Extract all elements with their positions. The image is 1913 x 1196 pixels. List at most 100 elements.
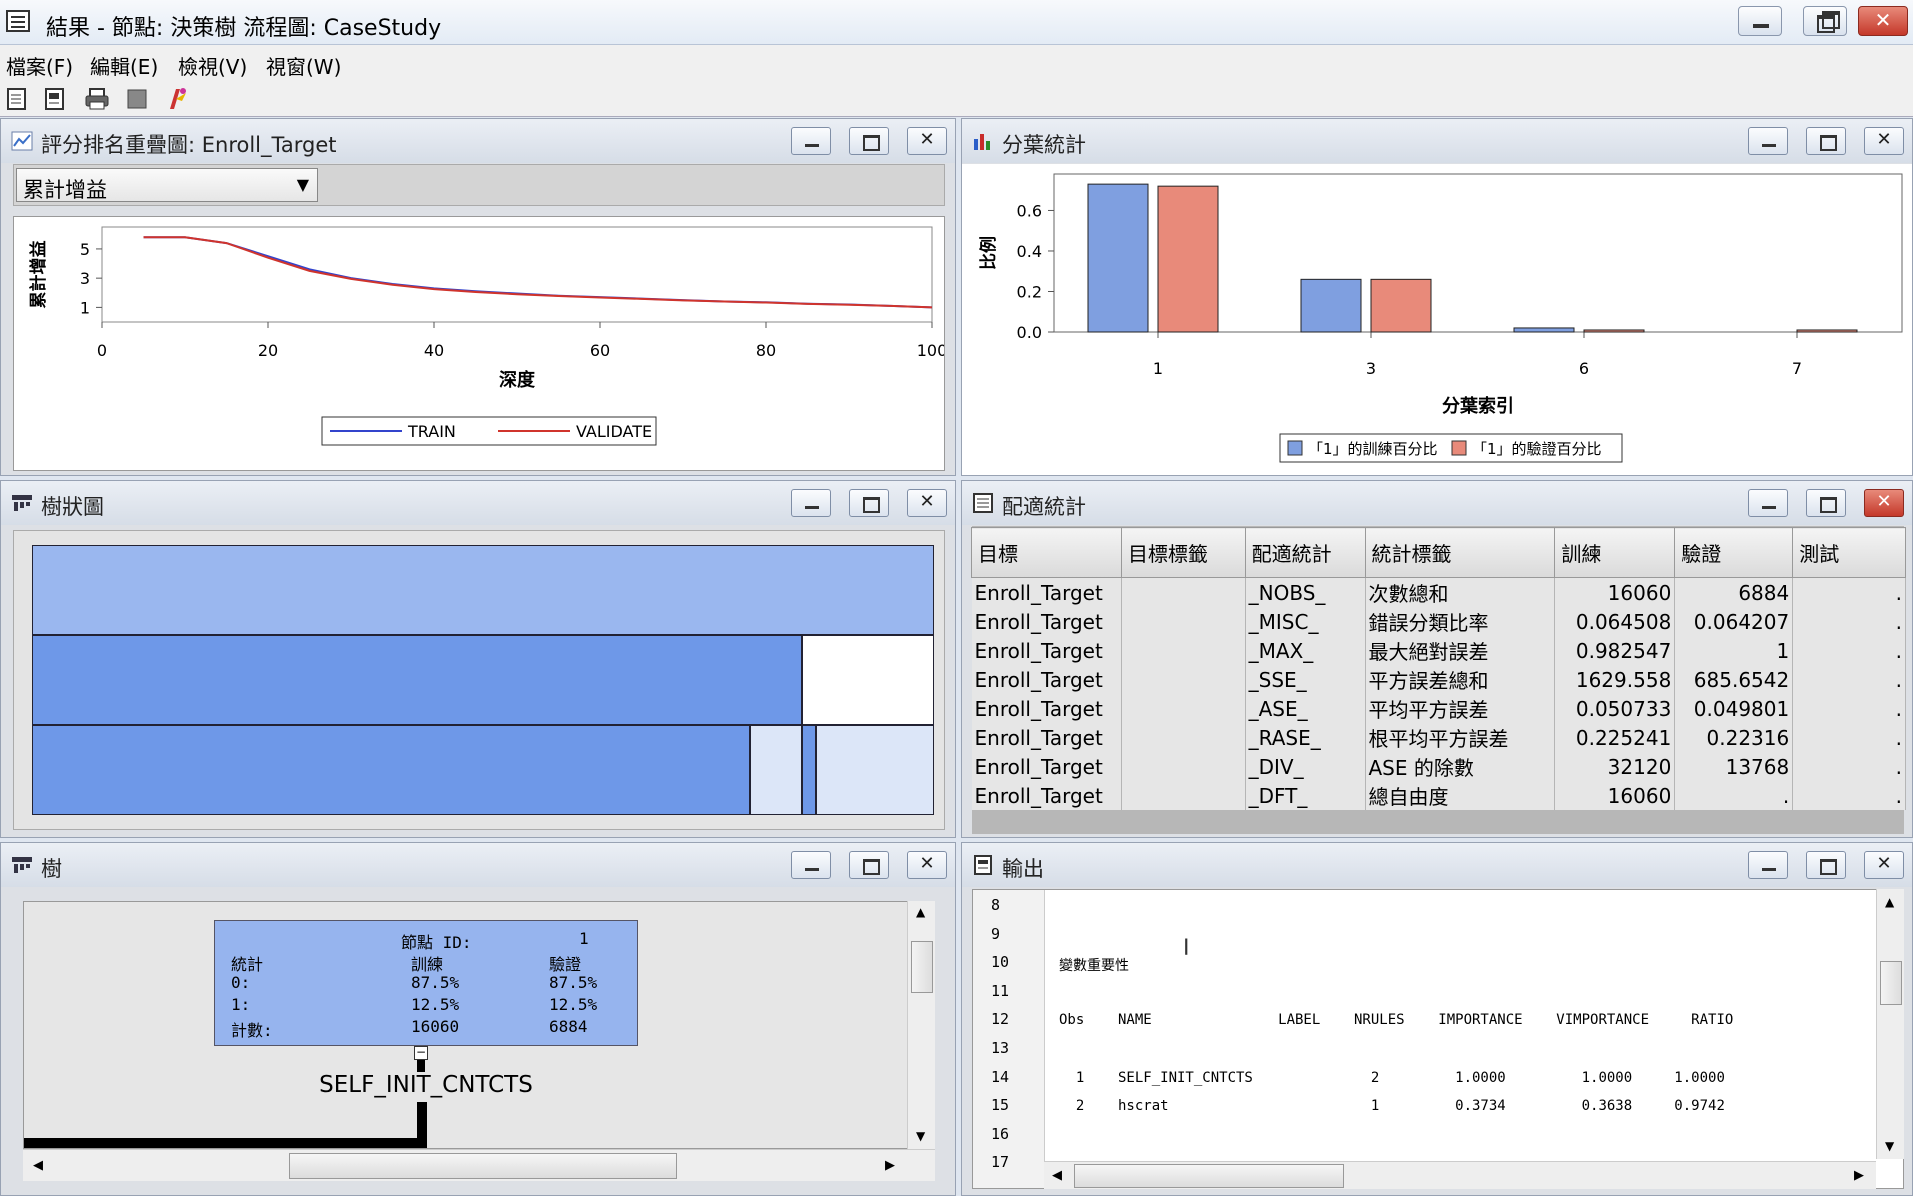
column-header[interactable]: 配適統計 — [1244, 527, 1366, 578]
column-header[interactable]: 驗證 — [1674, 527, 1794, 578]
tree-hscroll-thumb[interactable] — [289, 1153, 677, 1179]
lift-minimize-button[interactable] — [791, 127, 831, 155]
table-cell: 0.050733 — [1554, 694, 1676, 723]
tree-horizontal-scrollbar[interactable]: ◀ ▶ — [23, 1149, 935, 1181]
treemap-close-button[interactable] — [907, 489, 947, 517]
properties-icon[interactable] — [6, 87, 28, 111]
table-row[interactable]: Enroll_Target _MAX_ 最大絕對誤差 0.982547 1. — [971, 636, 1906, 665]
print-icon[interactable] — [84, 87, 110, 111]
tree-minimize-button[interactable] — [791, 851, 831, 879]
table-cell — [1121, 636, 1246, 665]
menu-edit[interactable]: 編輯(E) — [90, 51, 158, 80]
output-hscroll-thumb[interactable] — [1074, 1164, 1344, 1188]
scroll-left-icon[interactable]: ◀ — [33, 1158, 43, 1173]
output-minimize-button[interactable] — [1748, 851, 1788, 879]
grid-icon[interactable] — [126, 87, 148, 111]
treemap-node-leaf-6[interactable] — [802, 725, 816, 815]
treemap-minimize-button[interactable] — [791, 489, 831, 517]
output-vscroll-thumb[interactable] — [1880, 961, 1902, 1005]
bar-validate — [1796, 329, 1858, 333]
treemap-node-leaf-1[interactable] — [32, 725, 750, 815]
scroll-down-icon[interactable]: ▼ — [1885, 1139, 1894, 1153]
table-row[interactable]: Enroll_Target _DFT_ 總自由度 16060.. — [971, 781, 1906, 810]
tree-close-button[interactable] — [907, 851, 947, 879]
scroll-down-icon[interactable]: ▼ — [916, 1129, 925, 1143]
leaf-panel-title: 分葉統計 — [1002, 133, 1086, 157]
chart-legend: TRAIN VALIDATE — [321, 416, 657, 446]
menu-window[interactable]: 視窗(W) — [266, 51, 341, 80]
collapse-node-icon[interactable]: − — [414, 1046, 428, 1060]
output-panel-title-bar: 輸出 — [962, 843, 1912, 887]
table-cell: Enroll_Target — [971, 752, 1122, 781]
table-cell: 最大絕對誤差 — [1365, 636, 1556, 665]
close-button[interactable] — [1858, 6, 1908, 36]
scroll-left-icon[interactable]: ◀ — [1052, 1168, 1062, 1183]
output-close-button[interactable] — [1864, 851, 1904, 879]
treemap-node-leaf-7[interactable] — [816, 725, 934, 815]
treemap-node-level1-right[interactable] — [802, 635, 934, 725]
x-axis-label: 分葉索引 — [1442, 395, 1514, 417]
fit-maximize-button[interactable] — [1806, 489, 1846, 517]
tree-vertical-scrollbar[interactable]: ▲ ▼ — [907, 901, 935, 1149]
node-row-label: 1: — [231, 995, 251, 1014]
leaf-minimize-button[interactable] — [1748, 127, 1788, 155]
chart-legend: 「1」的訓練百分比 「1」的驗證百分比 — [1279, 433, 1623, 463]
scroll-right-icon[interactable]: ▶ — [885, 1158, 895, 1173]
node-row-label: 計數: — [231, 1021, 273, 1040]
bar-validate — [1583, 329, 1645, 333]
column-header[interactable]: 測試 — [1792, 527, 1906, 578]
tree-maximize-button[interactable] — [849, 851, 889, 879]
column-header[interactable]: 訓練 — [1554, 527, 1676, 578]
statistic-dropdown[interactable]: 累計增益 ▼ — [16, 168, 318, 202]
treemap-node-leaf-3[interactable] — [750, 725, 802, 815]
table-cell: Enroll_Target — [971, 636, 1122, 665]
fit-minimize-button[interactable] — [1748, 489, 1788, 517]
table-cell: 685.6542 — [1674, 665, 1794, 694]
treemap-maximize-button[interactable] — [849, 489, 889, 517]
menu-file[interactable]: 檔案(F) — [6, 51, 73, 80]
node-row-train: 87.5% — [411, 973, 460, 992]
table-row[interactable]: Enroll_Target _SSE_ 平方誤差總和 1629.558 685.6542… — [971, 665, 1906, 694]
table-cell: 總自由度 — [1365, 781, 1556, 810]
table-row[interactable]: Enroll_Target _ASE_ 平均平方誤差 0.050733 0.049801… — [971, 694, 1906, 723]
column-header[interactable]: 目標標籤 — [1120, 527, 1246, 578]
table-row[interactable]: Enroll_Target _MISC_ 錯誤分類比率 0.064508 0.06420… — [971, 607, 1906, 636]
output-text-area[interactable]: 8 9 10 變數重要性 11 12 Obs NAME LABEL NRULES IMPOR… — [972, 889, 1904, 1189]
line-number: 15 — [991, 1096, 1010, 1115]
table-cell: _RASE_ — [1245, 723, 1366, 752]
legend-label: VALIDATE — [576, 422, 652, 441]
output-maximize-button[interactable] — [1806, 851, 1846, 879]
bar-validate — [1370, 278, 1432, 333]
y-tick-label: 0.2 — [1017, 282, 1042, 301]
output-vertical-scrollbar[interactable]: ▲ ▼ — [1876, 889, 1904, 1159]
table-cell: _MAX_ — [1245, 636, 1366, 665]
wizard-icon[interactable] — [166, 87, 188, 111]
scroll-up-icon[interactable]: ▲ — [916, 905, 925, 919]
column-header[interactable]: 目標 — [971, 527, 1122, 578]
minimize-button[interactable] — [1738, 6, 1782, 36]
table-row[interactable]: Enroll_Target _RASE_ 根平均平方誤差 0.225241 0.2231… — [971, 723, 1906, 752]
scroll-up-icon[interactable]: ▲ — [1885, 895, 1894, 909]
output-horizontal-scrollbar[interactable]: ◀ ▶ — [1044, 1161, 1876, 1189]
lift-maximize-button[interactable] — [849, 127, 889, 155]
restore-button[interactable] — [1803, 6, 1847, 36]
lift-close-button[interactable] — [907, 127, 947, 155]
treemap-node-level1-left[interactable] — [32, 635, 802, 725]
leaf-maximize-button[interactable] — [1806, 127, 1846, 155]
page-setup-icon[interactable] — [44, 87, 66, 111]
table-row[interactable]: Enroll_Target _NOBS_ 次數總和 16060 6884. — [971, 577, 1906, 607]
scroll-right-icon[interactable]: ▶ — [1854, 1168, 1864, 1183]
column-header[interactable]: 統計標籤 — [1364, 527, 1556, 578]
fit-close-button[interactable] — [1864, 489, 1904, 517]
legend-label: 「1」的訓練百分比 — [1308, 440, 1438, 458]
menu-view[interactable]: 檢視(V) — [178, 51, 247, 80]
tree-vscroll-thumb[interactable] — [911, 941, 933, 993]
table-cell: 6884 — [1674, 577, 1794, 607]
table-row[interactable]: Enroll_Target _DIV_ ASE 的除數 32120 13768. — [971, 752, 1906, 781]
tree-node-1[interactable]: 節點 ID: 1 統計 訓練 驗證 0: 87.5% 87.5% 1: 12.5… — [214, 920, 638, 1046]
leaf-close-button[interactable] — [1864, 127, 1904, 155]
table-cell: 0.225241 — [1554, 723, 1676, 752]
table-cell — [1121, 665, 1246, 694]
treemap-root-node[interactable] — [32, 545, 934, 635]
table-cell: Enroll_Target — [971, 781, 1122, 810]
